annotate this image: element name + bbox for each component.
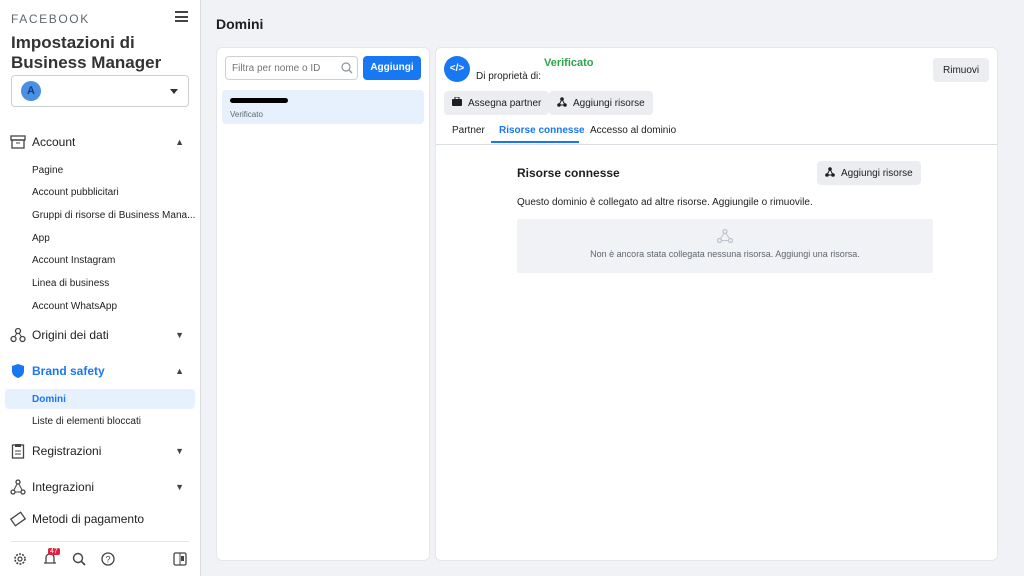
resources-icon <box>557 96 567 110</box>
search-input[interactable] <box>225 56 358 80</box>
briefcase-icon <box>452 96 462 109</box>
tab-partner[interactable]: Partner <box>452 125 485 136</box>
toggle-panel-icon[interactable] <box>172 551 188 567</box>
gear-icon[interactable] <box>12 551 28 567</box>
sidebar-section-label: Brand safety <box>32 364 105 378</box>
card-icon <box>10 511 26 527</box>
domain-detail-panel: </> Verificato Di proprietà di: Rimuovi … <box>435 47 998 561</box>
sidebar-section-label: Metodi di pagamento <box>32 512 145 526</box>
sidebar-item-account-instagram[interactable]: Account Instagram <box>32 255 115 266</box>
item-status: Verificato <box>230 110 263 119</box>
verification-status: Verificato <box>544 57 594 69</box>
sidebar-item-gruppi-risorse[interactable]: Gruppi di risorse di Business Mana... <box>32 210 195 221</box>
facebook-logo: FACEBOOK <box>11 12 90 26</box>
integrations-icon <box>10 479 26 495</box>
tab-accesso-dominio[interactable]: Accesso al dominio <box>590 125 676 136</box>
sidebar-section-integrazioni[interactable]: Integrazioni ▼ <box>10 476 190 498</box>
redacted-domain-name <box>230 98 288 103</box>
resources-icon <box>517 228 933 246</box>
add-resources-section-button[interactable]: Aggiungi risorse <box>817 161 921 185</box>
data-sources-icon <box>10 327 26 343</box>
page-title: Domini <box>216 16 264 32</box>
help-icon[interactable]: ? <box>100 551 116 567</box>
sidebar-section-origini[interactable]: Origini dei dati ▼ <box>10 324 190 346</box>
sidebar-title: Impostazioni di Business Manager <box>11 33 162 72</box>
account-selector[interactable]: A <box>11 75 189 107</box>
add-resources-label: Aggiungi risorse <box>841 167 913 179</box>
caret-down-icon <box>170 89 178 98</box>
section-title: Risorse connesse <box>517 166 620 180</box>
domain-list-panel: Aggiungi Verificato <box>216 47 430 561</box>
sidebar-item-pagine[interactable]: Pagine <box>32 165 63 176</box>
clipboard-icon <box>10 443 26 459</box>
active-tab-indicator <box>491 141 579 143</box>
shield-icon <box>10 363 26 379</box>
notification-badge: 47 <box>48 548 60 555</box>
chevron-up-icon: ▲ <box>175 366 184 376</box>
assign-partner-label: Assegna partner <box>468 97 542 109</box>
empty-state: Non è ancora stata collegata nessuna ris… <box>517 219 933 273</box>
chevron-down-icon: ▼ <box>175 482 184 492</box>
sidebar-item-app[interactable]: App <box>32 233 50 244</box>
owner-label: Di proprietà di: <box>476 71 542 82</box>
search-icon[interactable] <box>71 551 87 567</box>
sidebar-item-account-whatsapp[interactable]: Account WhatsApp <box>32 301 117 312</box>
empty-state-text: Non è ancora stata collegata nessuna ris… <box>590 249 860 259</box>
sidebar-item-domini[interactable]: Domini <box>32 394 66 405</box>
tabs-divider <box>436 144 997 145</box>
add-resources-label: Aggiungi risorse <box>573 97 645 109</box>
sidebar-section-account[interactable]: Account ▲ <box>10 131 190 153</box>
sidebar-section-label: Integrazioni <box>32 480 95 494</box>
sidebar-item-liste-bloccati[interactable]: Liste di elementi bloccati <box>32 416 141 427</box>
add-domain-button[interactable]: Aggiungi <box>363 56 421 80</box>
sidebar-section-label: Account <box>32 135 76 149</box>
sidebar-section-brand-safety[interactable]: Brand safety ▲ <box>10 360 190 382</box>
remove-button[interactable]: Rimuovi <box>933 58 990 82</box>
list-item[interactable]: Verificato <box>222 90 424 124</box>
sidebar-item-account-pubblicitari[interactable]: Account pubblicitari <box>32 187 119 198</box>
avatar: A <box>21 81 41 101</box>
footer-divider <box>11 541 189 542</box>
resources-icon <box>825 166 835 180</box>
sidebar-section-label: Registrazioni <box>32 444 102 458</box>
menu-icon[interactable] <box>175 11 188 22</box>
search-icon <box>341 62 353 77</box>
sidebar-section-label: Origini dei dati <box>32 328 109 342</box>
chevron-down-icon: ▼ <box>175 330 184 340</box>
sidebar-item-linea-business[interactable]: Linea di business <box>32 278 109 289</box>
sidebar-section-registrazioni[interactable]: Registrazioni ▼ <box>10 440 190 462</box>
code-icon: </> <box>444 56 470 82</box>
tab-risorse-connesse[interactable]: Risorse connesse <box>499 125 585 136</box>
chevron-up-icon: ▲ <box>175 137 184 147</box>
archive-icon <box>10 134 26 150</box>
section-description: Questo dominio è collegato ad altre riso… <box>517 197 813 208</box>
chevron-down-icon: ▼ <box>175 446 184 456</box>
sidebar: FACEBOOK Impostazioni di Business Manage… <box>0 0 201 576</box>
svg-text:?: ? <box>105 555 110 565</box>
assign-partner-button[interactable]: Assegna partner <box>444 91 550 115</box>
remove-label: Rimuovi <box>943 64 980 76</box>
add-resources-button[interactable]: Aggiungi risorse <box>549 91 653 115</box>
sidebar-section-pagamento[interactable]: Metodi di pagamento <box>10 508 190 530</box>
